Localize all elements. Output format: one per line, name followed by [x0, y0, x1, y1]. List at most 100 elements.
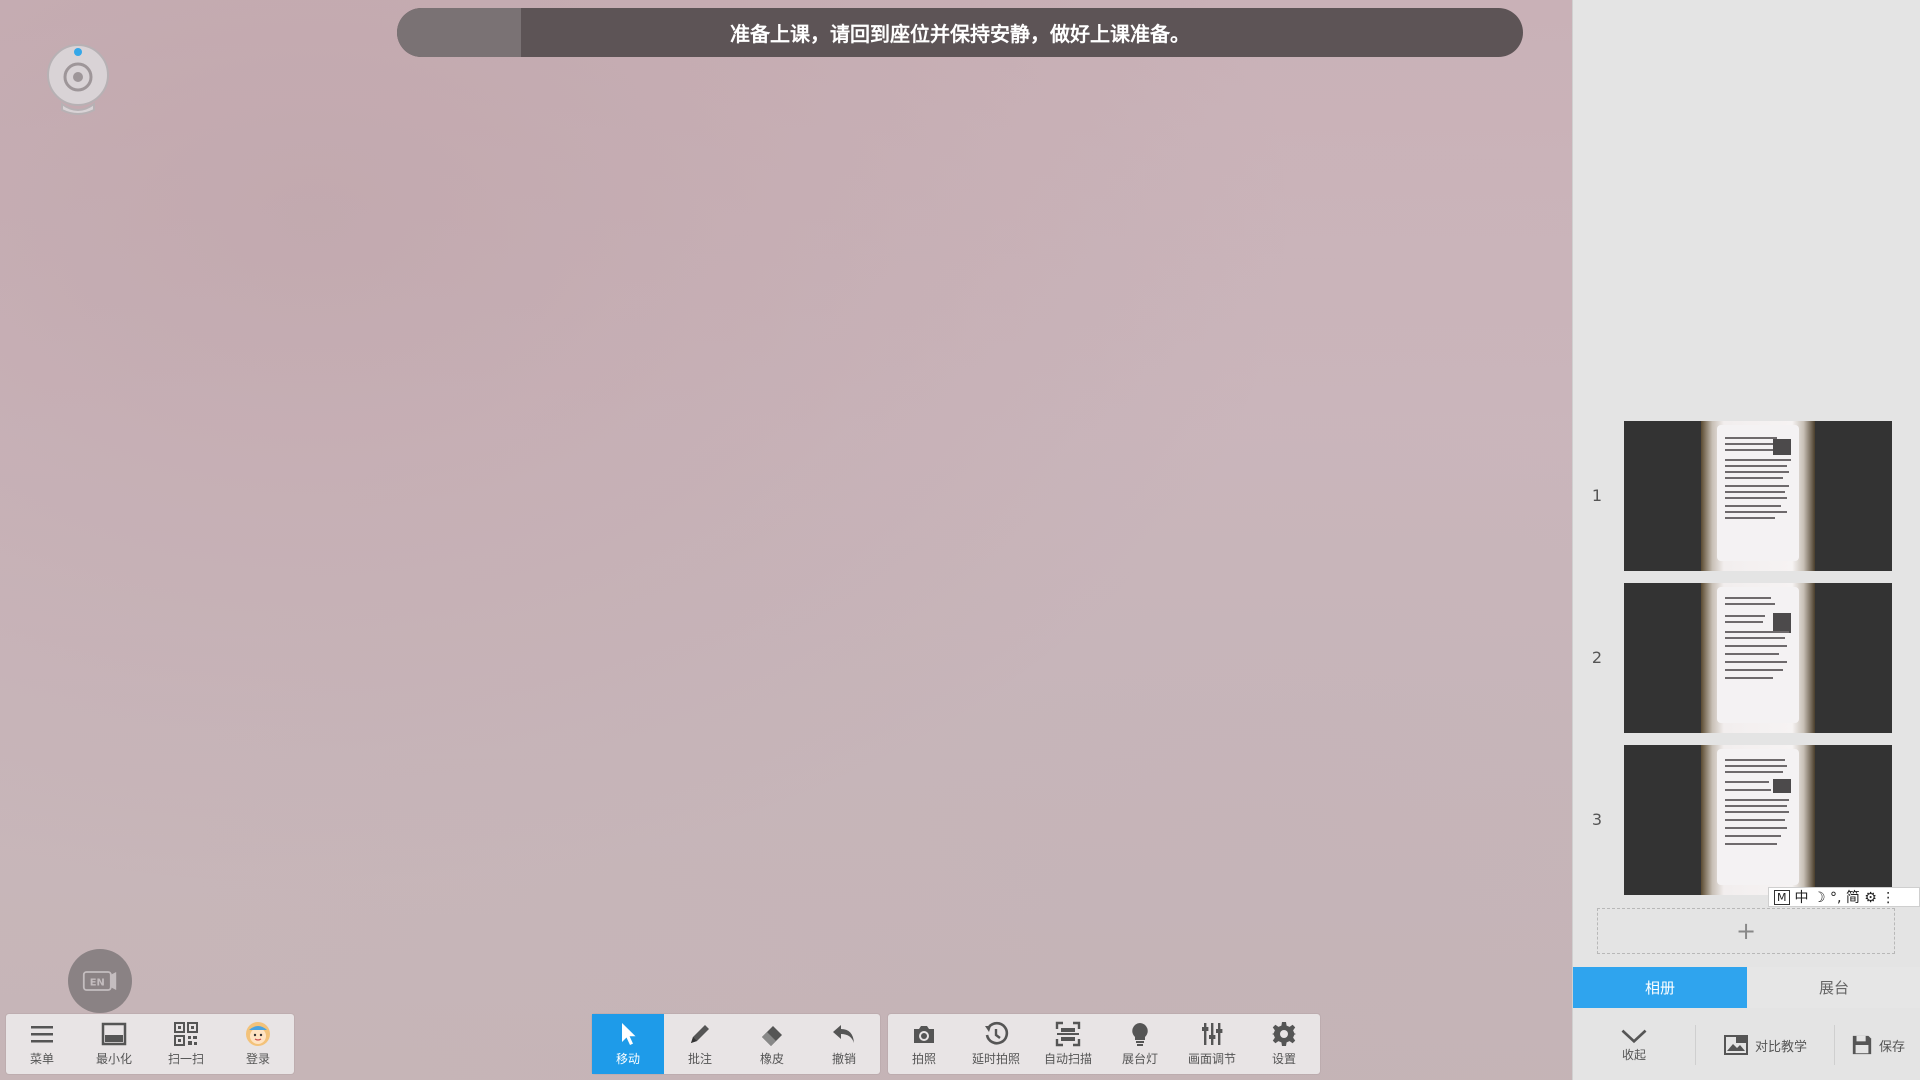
tab-booth[interactable]: 展台 — [1747, 967, 1920, 1008]
text-line — [1725, 661, 1787, 663]
auto-scan-icon — [1055, 1021, 1081, 1047]
ime-status-bar[interactable]: M 中 ☽ °, 简 ⚙ ⋮ — [1768, 887, 1920, 907]
thumbnail-number: 1 — [1591, 486, 1603, 505]
login-button[interactable]: 登录 — [222, 1014, 294, 1074]
thumbnail-item[interactable]: 2 — [1573, 583, 1920, 733]
en-icon: EN — [82, 971, 117, 991]
timer-photo-button[interactable]: 延时拍照 — [960, 1014, 1032, 1074]
scan-qrcode-button[interactable]: 扫一扫 — [150, 1014, 222, 1074]
auto-scan-button[interactable]: 自动扫描 — [1032, 1014, 1104, 1074]
toolbar-left: 菜单 最小化 扫一扫 登录 — [6, 1014, 294, 1074]
add-photo-button[interactable]: + — [1597, 908, 1895, 954]
text-line — [1725, 819, 1785, 821]
webcam-icon[interactable] — [47, 44, 109, 116]
text-line — [1725, 843, 1777, 845]
minimize-button[interactable]: 最小化 — [78, 1014, 150, 1074]
thumbnail-item[interactable]: 1 — [1573, 421, 1920, 571]
save-button[interactable]: 保存 — [1835, 1034, 1920, 1056]
avatar-icon — [246, 1022, 270, 1046]
lamp-button[interactable]: 展台灯 — [1104, 1014, 1176, 1074]
ime-mode: M — [1774, 889, 1790, 905]
compare-icon — [1723, 1035, 1748, 1055]
save-icon — [1852, 1035, 1872, 1055]
image-adjust-button[interactable]: 画面调节 — [1176, 1014, 1248, 1074]
text-line — [1725, 827, 1787, 829]
language-toggle-button[interactable]: EN — [68, 949, 132, 1013]
image-block — [1773, 613, 1791, 633]
text-line — [1725, 471, 1789, 473]
app-window: 准备上课，请回到座位并保持安静，做好上课准备。 EN 菜单 最小化 扫一扫 登录… — [0, 0, 1920, 1080]
photo-button[interactable]: 拍照 — [888, 1014, 960, 1074]
text-line — [1725, 437, 1777, 439]
thumbnail-image[interactable] — [1624, 583, 1892, 733]
timer-photo-label: 延时拍照 — [971, 1052, 1020, 1066]
menu-button[interactable]: 菜单 — [6, 1014, 78, 1074]
annotate-tool-button[interactable]: 批注 — [664, 1014, 736, 1074]
tab-album[interactable]: 相册 — [1573, 967, 1747, 1008]
cursor-icon — [622, 1023, 636, 1045]
annotate-label: 批注 — [687, 1052, 712, 1066]
eraser-label: 橡皮 — [759, 1052, 784, 1066]
text-line — [1725, 677, 1773, 679]
thumbnail-number: 2 — [1591, 648, 1603, 667]
eraser-tool-button[interactable]: 橡皮 — [736, 1014, 808, 1074]
settings-button[interactable]: 设置 — [1248, 1014, 1320, 1074]
thumbnail-image[interactable] — [1624, 745, 1892, 895]
move-tool-button[interactable]: 移动 — [592, 1014, 664, 1074]
document-photo — [1701, 745, 1815, 895]
thumbnail-number: 3 — [1591, 810, 1603, 829]
text-line — [1725, 637, 1785, 639]
auto-scan-label: 自动扫描 — [1043, 1052, 1092, 1066]
notice-text: 准备上课，请回到座位并保持安静，做好上课准备。 — [730, 22, 1190, 46]
text-line — [1725, 645, 1787, 647]
notice-progress — [397, 8, 521, 57]
move-label: 移动 — [615, 1052, 640, 1066]
text-line — [1725, 621, 1763, 623]
toolbar-capture: 拍照 延时拍照 自动扫描 展台灯 画面调节 设置 — [888, 1014, 1320, 1074]
text-line — [1725, 771, 1783, 773]
qrcode-icon — [174, 1022, 198, 1046]
eraser-icon — [762, 1026, 782, 1046]
thumbnail-item[interactable]: 3 — [1573, 745, 1920, 895]
text-line — [1725, 491, 1785, 493]
text-line — [1725, 485, 1789, 487]
document-photo — [1701, 421, 1815, 571]
thumbnail-image[interactable] — [1624, 421, 1892, 571]
chevron-down-icon — [1621, 1029, 1647, 1043]
text-line — [1725, 597, 1771, 599]
undo-button[interactable]: 撤销 — [808, 1014, 880, 1074]
album-panel: 1 2 3 + 相册 展台 收起 对比教学 保存 — [1572, 0, 1920, 1080]
camera-view[interactable]: 准备上课，请回到座位并保持安静，做好上课准备。 EN 菜单 最小化 扫一扫 登录… — [0, 0, 1572, 1080]
image-block — [1773, 439, 1791, 455]
text-line — [1725, 759, 1785, 761]
text-line — [1725, 669, 1783, 671]
menu-icon — [31, 1026, 53, 1043]
scan-label: 扫一扫 — [167, 1052, 204, 1066]
lamp-label: 展台灯 — [1121, 1052, 1158, 1066]
camera-icon — [914, 1026, 934, 1043]
pen-icon — [691, 1025, 709, 1043]
text-line — [1725, 789, 1771, 791]
document-page — [1717, 425, 1799, 561]
text-line — [1725, 765, 1787, 767]
text-line — [1725, 631, 1789, 633]
collapse-button[interactable]: 收起 — [1573, 1028, 1695, 1063]
image-adjust-label: 画面调节 — [1187, 1052, 1236, 1066]
text-line — [1725, 805, 1787, 807]
text-line — [1725, 811, 1789, 813]
notice-bar: 准备上课，请回到座位并保持安静，做好上课准备。 — [397, 8, 1523, 57]
text-line — [1725, 443, 1773, 445]
save-label: 保存 — [1878, 1039, 1905, 1055]
svg-text:EN: EN — [90, 978, 105, 989]
text-line — [1725, 781, 1769, 783]
lamp-icon — [1132, 1023, 1148, 1046]
text-line — [1725, 477, 1783, 479]
text-line — [1725, 835, 1781, 837]
text-line — [1725, 465, 1787, 467]
text-line — [1725, 603, 1775, 605]
compare-teaching-button[interactable]: 对比教学 — [1696, 1034, 1834, 1056]
text-line — [1725, 449, 1775, 451]
text-line — [1725, 799, 1789, 801]
settings-label: 设置 — [1271, 1052, 1296, 1066]
image-block — [1773, 779, 1791, 793]
